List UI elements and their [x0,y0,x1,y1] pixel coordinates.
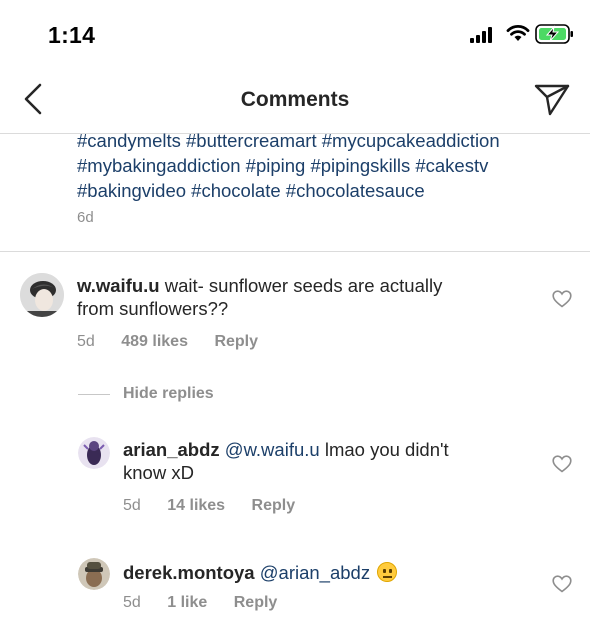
comment-timestamp: 5d [123,497,141,514]
neutral-face-emoji-icon [377,562,398,582]
heart-outline-icon[interactable] [552,575,572,593]
comment-body: derek.montoya @arian_abdz [123,561,543,584]
likes-count[interactable]: 489 likes [121,333,188,350]
comment-text: wait- sunflower seeds are actually [164,275,443,296]
reply-button[interactable]: Reply [252,497,296,514]
avatar[interactable] [78,437,110,469]
hashtag-line[interactable]: #mybakingaddiction #piping #pipingskills… [77,153,577,178]
comment-meta: 5d 1 like Reply [123,594,299,612]
direct-send-icon[interactable] [534,83,570,117]
comment-meta: 5d 489 likes Reply [77,333,280,351]
reply-button[interactable]: Reply [214,333,258,350]
mention-link[interactable]: @arian_abdz [260,562,370,583]
heart-outline-icon[interactable] [552,455,572,473]
comment-meta: 5d 14 likes Reply [123,497,317,515]
profile-photo-icon [78,437,110,469]
likes-count[interactable]: 1 like [167,594,207,611]
comment-text: lmao you didn't [324,439,449,460]
comment-text: from sunflowers?? [77,298,229,319]
wifi-icon [506,25,530,41]
battery-charging-icon [535,24,573,44]
divider [78,394,110,395]
likes-count[interactable]: 14 likes [167,497,225,514]
cellular-signal-icon [470,27,492,43]
profile-photo-icon [78,558,110,590]
nav-bar: Comments [0,66,590,134]
comment-timestamp: 5d [77,333,95,350]
hashtag-line[interactable]: #bakingvideo #chocolate #chocolatesauce [77,178,577,203]
comment-timestamp: 5d [123,594,141,611]
status-time: 1:14 [48,22,96,48]
comment-body: w.waifu.u wait- sunflower seeds are actu… [77,274,527,320]
hashtag-line[interactable]: #candymelts #buttercreamart #mycupcakead… [77,128,577,153]
post-caption-hashtags: #candymelts #buttercreamart #mycupcakead… [77,128,577,203]
status-bar: 1:14 [0,0,590,66]
avatar[interactable] [20,273,64,317]
comment-body: arian_abdz @w.waifu.u lmao you didn't kn… [123,438,543,484]
reply-button[interactable]: Reply [234,594,278,611]
mention-link[interactable]: @w.waifu.u [225,439,320,460]
comment-username[interactable]: derek.montoya [123,562,255,583]
comment-text: know xD [123,462,194,483]
heart-outline-icon[interactable] [552,290,572,308]
profile-photo-icon [20,273,64,317]
divider [0,251,590,252]
hide-replies-button[interactable]: Hide replies [123,385,214,403]
caption-timestamp: 6d [77,209,94,226]
avatar[interactable] [78,558,110,590]
comment-username[interactable]: w.waifu.u [77,275,160,296]
page-title: Comments [240,88,350,111]
comment-username[interactable]: arian_abdz [123,439,220,460]
